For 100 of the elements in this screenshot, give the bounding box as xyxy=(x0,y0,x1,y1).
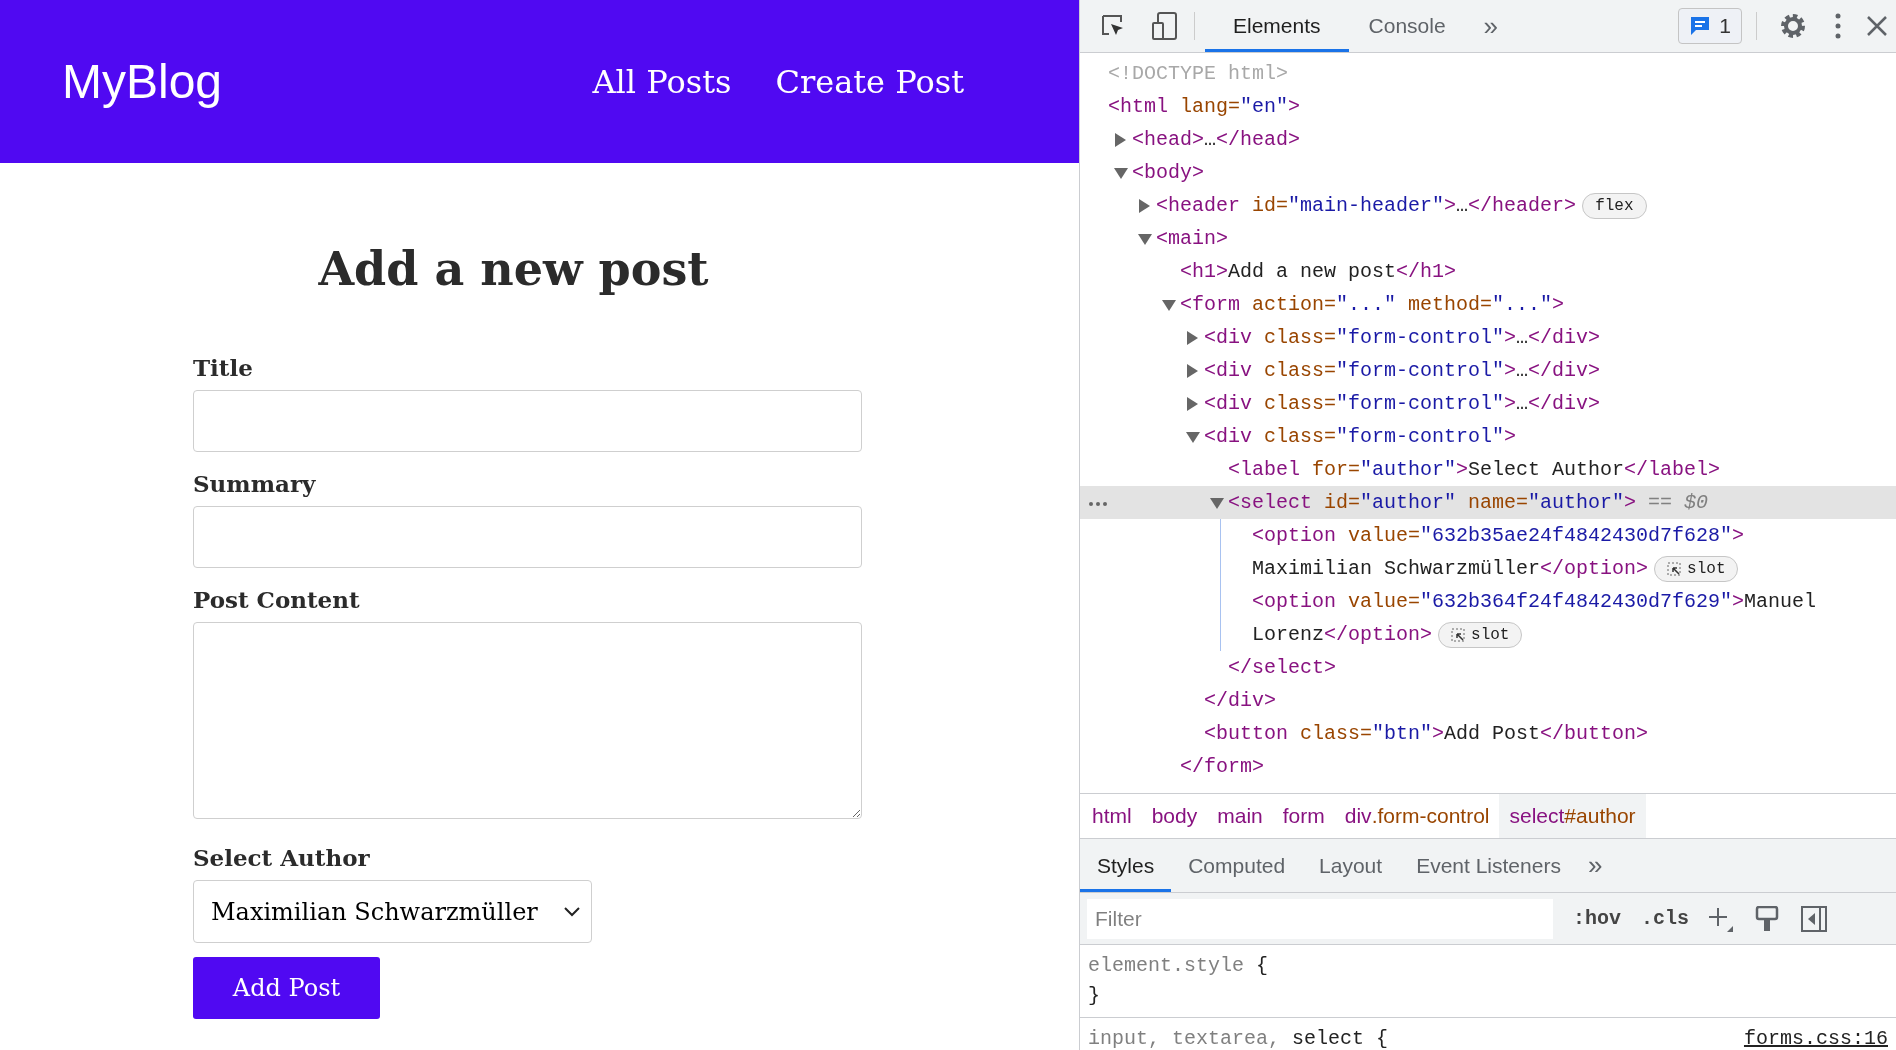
code-token: > xyxy=(1504,324,1517,351)
code-token: <button xyxy=(1204,720,1289,747)
issues-button[interactable]: 1 xyxy=(1678,8,1742,44)
code-token: <option xyxy=(1252,588,1337,615)
code-token: Maximilian Schwarzmüller xyxy=(1252,555,1541,582)
code-token: action= xyxy=(1252,291,1337,318)
expanded-arrow-icon[interactable] xyxy=(1138,232,1152,245)
expanded-arrow-icon[interactable] xyxy=(1114,166,1128,179)
styles-tab[interactable]: Event Listeners xyxy=(1399,839,1578,892)
panel-tab[interactable]: Console xyxy=(1348,0,1466,52)
code-token: </h1> xyxy=(1396,258,1457,285)
code-token: </option> xyxy=(1324,621,1433,648)
breadcrumb[interactable]: form xyxy=(1272,794,1335,838)
close-icon[interactable] xyxy=(1866,15,1888,37)
code-token: lang= xyxy=(1180,93,1241,120)
author-select[interactable]: Maximilian Schwarzmüller xyxy=(193,880,592,943)
code-token: Manuel xyxy=(1744,588,1817,615)
more-tabs-button[interactable]: » xyxy=(1587,839,1603,892)
collapsed-arrow-icon[interactable] xyxy=(1186,396,1198,411)
css-brace: { xyxy=(1375,1026,1389,1050)
code-token: … xyxy=(1204,126,1217,153)
breadcrumb[interactable]: main xyxy=(1207,794,1273,838)
code-token: <select xyxy=(1228,489,1313,516)
class-toggle[interactable]: .cls xyxy=(1641,903,1690,934)
reveal-icon xyxy=(1451,627,1466,642)
code-token: … xyxy=(1456,192,1469,219)
code-token: </div> xyxy=(1528,390,1601,417)
code-token: value= xyxy=(1348,588,1421,615)
code-token: > xyxy=(1288,93,1301,120)
code-token: > xyxy=(1504,390,1517,417)
css-selector: select xyxy=(1292,1026,1365,1050)
code-token: "form-control" xyxy=(1336,423,1505,450)
code-token: "..." xyxy=(1336,291,1397,318)
code-token: <head> xyxy=(1132,126,1204,153)
code-token: > xyxy=(1444,192,1457,219)
code-token: $0 xyxy=(1684,489,1709,516)
add-post-button[interactable]: Add Post xyxy=(193,957,380,1019)
css-selector: textarea, xyxy=(1172,1026,1282,1050)
code-token: class= xyxy=(1264,324,1337,351)
source-link[interactable]: forms.css:16 xyxy=(1743,1024,1888,1050)
expanded-arrow-icon[interactable] xyxy=(1186,430,1200,443)
collapsed-arrow-icon[interactable] xyxy=(1186,363,1198,378)
settings-icon[interactable] xyxy=(1779,12,1807,40)
code-token: > xyxy=(1456,456,1469,483)
code-token: <div xyxy=(1204,324,1253,351)
collapsed-arrow-icon[interactable] xyxy=(1186,330,1198,345)
paint-brush-icon[interactable] xyxy=(1755,905,1780,932)
code-token: Add a new post xyxy=(1228,258,1397,285)
code-token: "author" xyxy=(1528,489,1625,516)
field-label: Title xyxy=(193,353,254,383)
code-token: </header> xyxy=(1468,192,1577,219)
site-logo[interactable]: MyBlog xyxy=(62,45,223,118)
sidebar-toggle-icon[interactable] xyxy=(1801,905,1828,932)
code-token: <div xyxy=(1204,390,1253,417)
nav-link[interactable]: Create Post xyxy=(775,57,964,106)
expanded-arrow-icon[interactable] xyxy=(1210,496,1224,509)
breadcrumb[interactable]: div.form-control xyxy=(1334,794,1500,838)
more-tabs-button[interactable]: » xyxy=(1483,6,1499,46)
code-token: "..." xyxy=(1492,291,1553,318)
styles-tab[interactable]: Computed xyxy=(1171,839,1303,892)
code-token: </div> xyxy=(1204,687,1276,714)
hover-state-toggle[interactable]: :hov xyxy=(1573,903,1621,934)
selected-node-row[interactable]: <select id="author" name="author"> == $0 xyxy=(1080,486,1896,519)
more-options-icon[interactable] xyxy=(1835,13,1841,39)
code-token: "632b35ae24f4842430d7f628" xyxy=(1420,522,1733,549)
breadcrumb[interactable]: select#author xyxy=(1499,794,1646,838)
code-token: > xyxy=(1732,588,1745,615)
code-token: "form-control" xyxy=(1336,324,1505,351)
more-dots-icon[interactable] xyxy=(1088,501,1108,507)
panel-tab[interactable]: Elements xyxy=(1205,0,1349,52)
new-rule-icon[interactable] xyxy=(1707,905,1734,932)
breadcrumb[interactable]: html xyxy=(1082,794,1142,838)
code-token: > xyxy=(1732,522,1745,549)
code-token: <body> xyxy=(1132,159,1204,186)
code-token: for= xyxy=(1312,456,1361,483)
code-token: <option xyxy=(1252,522,1337,549)
code-token: </div> xyxy=(1528,357,1601,384)
styles-tab[interactable]: Layout xyxy=(1302,839,1400,892)
nav-link[interactable]: All Posts xyxy=(592,57,732,106)
text-field[interactable] xyxy=(193,506,862,568)
filter-field[interactable]: Filter xyxy=(1087,898,1553,939)
collapsed-arrow-icon[interactable] xyxy=(1114,132,1126,147)
code-token: … xyxy=(1516,357,1529,384)
breadcrumb[interactable]: body xyxy=(1141,794,1208,838)
code-token: > xyxy=(1504,423,1517,450)
text-field[interactable] xyxy=(193,390,862,452)
code-token: "form-control" xyxy=(1336,357,1505,384)
field-label: Post Content xyxy=(193,585,361,615)
collapsed-arrow-icon[interactable] xyxy=(1138,198,1150,213)
slot-badge[interactable]: slot xyxy=(1654,555,1739,582)
device-toolbar-icon[interactable] xyxy=(1152,11,1178,41)
code-token: <main> xyxy=(1156,225,1228,252)
css-selector: input, xyxy=(1088,1026,1161,1050)
css-brace: { xyxy=(1255,953,1269,979)
code-token: "author" xyxy=(1360,456,1457,483)
code-token: <form xyxy=(1180,291,1241,318)
slot-badge[interactable]: slot xyxy=(1438,621,1523,648)
flex-badge[interactable]: flex xyxy=(1582,192,1647,219)
expanded-arrow-icon[interactable] xyxy=(1162,298,1176,311)
code-token: > xyxy=(1624,489,1637,516)
